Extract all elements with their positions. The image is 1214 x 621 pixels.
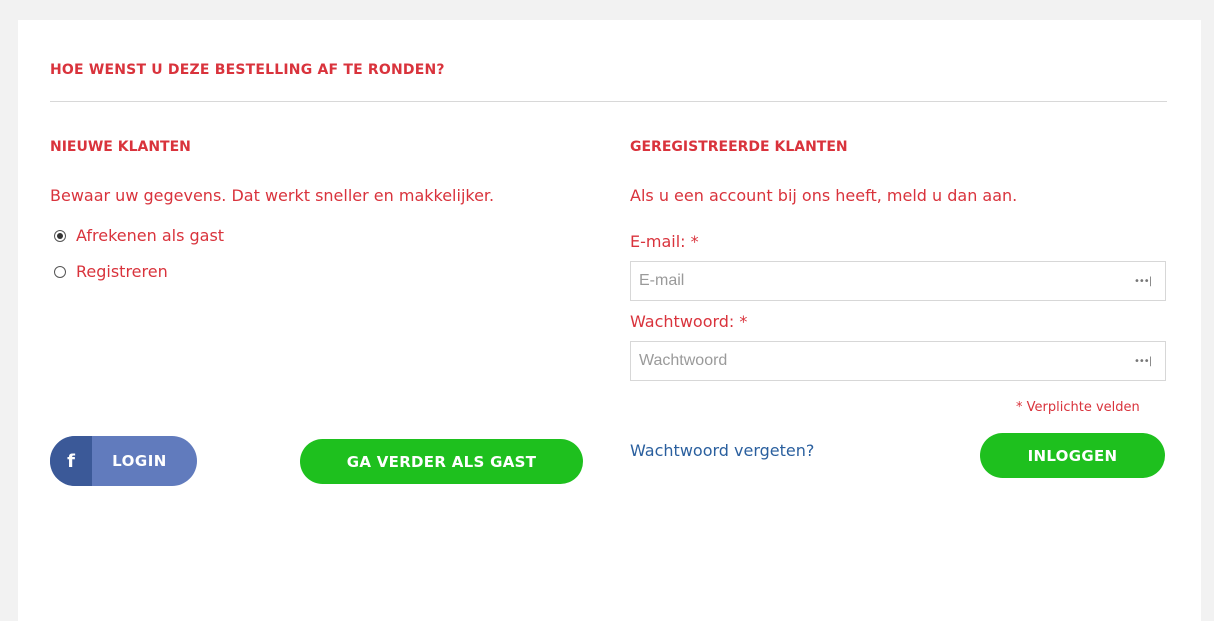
password-manager-icon[interactable]: •••| bbox=[1134, 356, 1152, 367]
password-manager-icon[interactable]: •••| bbox=[1134, 276, 1152, 287]
page-title: HOE WENST U DEZE BESTELLING AF TE RONDEN… bbox=[50, 62, 445, 78]
login-button[interactable]: INLOGGEN bbox=[980, 433, 1165, 478]
new-customers-heading: NIEUWE KLANTEN bbox=[50, 139, 191, 155]
register-option[interactable]: Registreren bbox=[54, 262, 168, 281]
register-option-label: Registreren bbox=[76, 262, 168, 281]
registered-customers-heading: GEREGISTREERDE KLANTEN bbox=[630, 139, 848, 155]
facebook-login-button[interactable]: f LOGIN bbox=[50, 436, 197, 486]
forgot-password-link[interactable]: Wachtwoord vergeten? bbox=[630, 441, 814, 460]
title-divider bbox=[50, 101, 1167, 102]
new-customers-intro: Bewaar uw gegevens. Dat werkt sneller en… bbox=[50, 186, 495, 205]
guest-checkout-option[interactable]: Afrekenen als gast bbox=[54, 226, 224, 245]
continue-as-guest-button[interactable]: GA VERDER ALS GAST bbox=[300, 439, 583, 484]
email-label: E-mail: * bbox=[630, 232, 699, 251]
facebook-login-label: LOGIN bbox=[112, 452, 167, 470]
register-radio[interactable] bbox=[54, 265, 66, 278]
password-field[interactable] bbox=[630, 341, 1166, 381]
guest-radio[interactable] bbox=[54, 229, 66, 242]
facebook-icon: f bbox=[50, 436, 92, 486]
checkout-options-panel: HOE WENST U DEZE BESTELLING AF TE RONDEN… bbox=[18, 20, 1201, 621]
email-field[interactable] bbox=[630, 261, 1166, 301]
registered-customers-intro: Als u een account bij ons heeft, meld u … bbox=[630, 186, 1018, 205]
required-fields-note: * Verplichte velden bbox=[1016, 400, 1140, 415]
guest-option-label: Afrekenen als gast bbox=[76, 226, 225, 245]
password-label: Wachtwoord: * bbox=[630, 312, 748, 331]
